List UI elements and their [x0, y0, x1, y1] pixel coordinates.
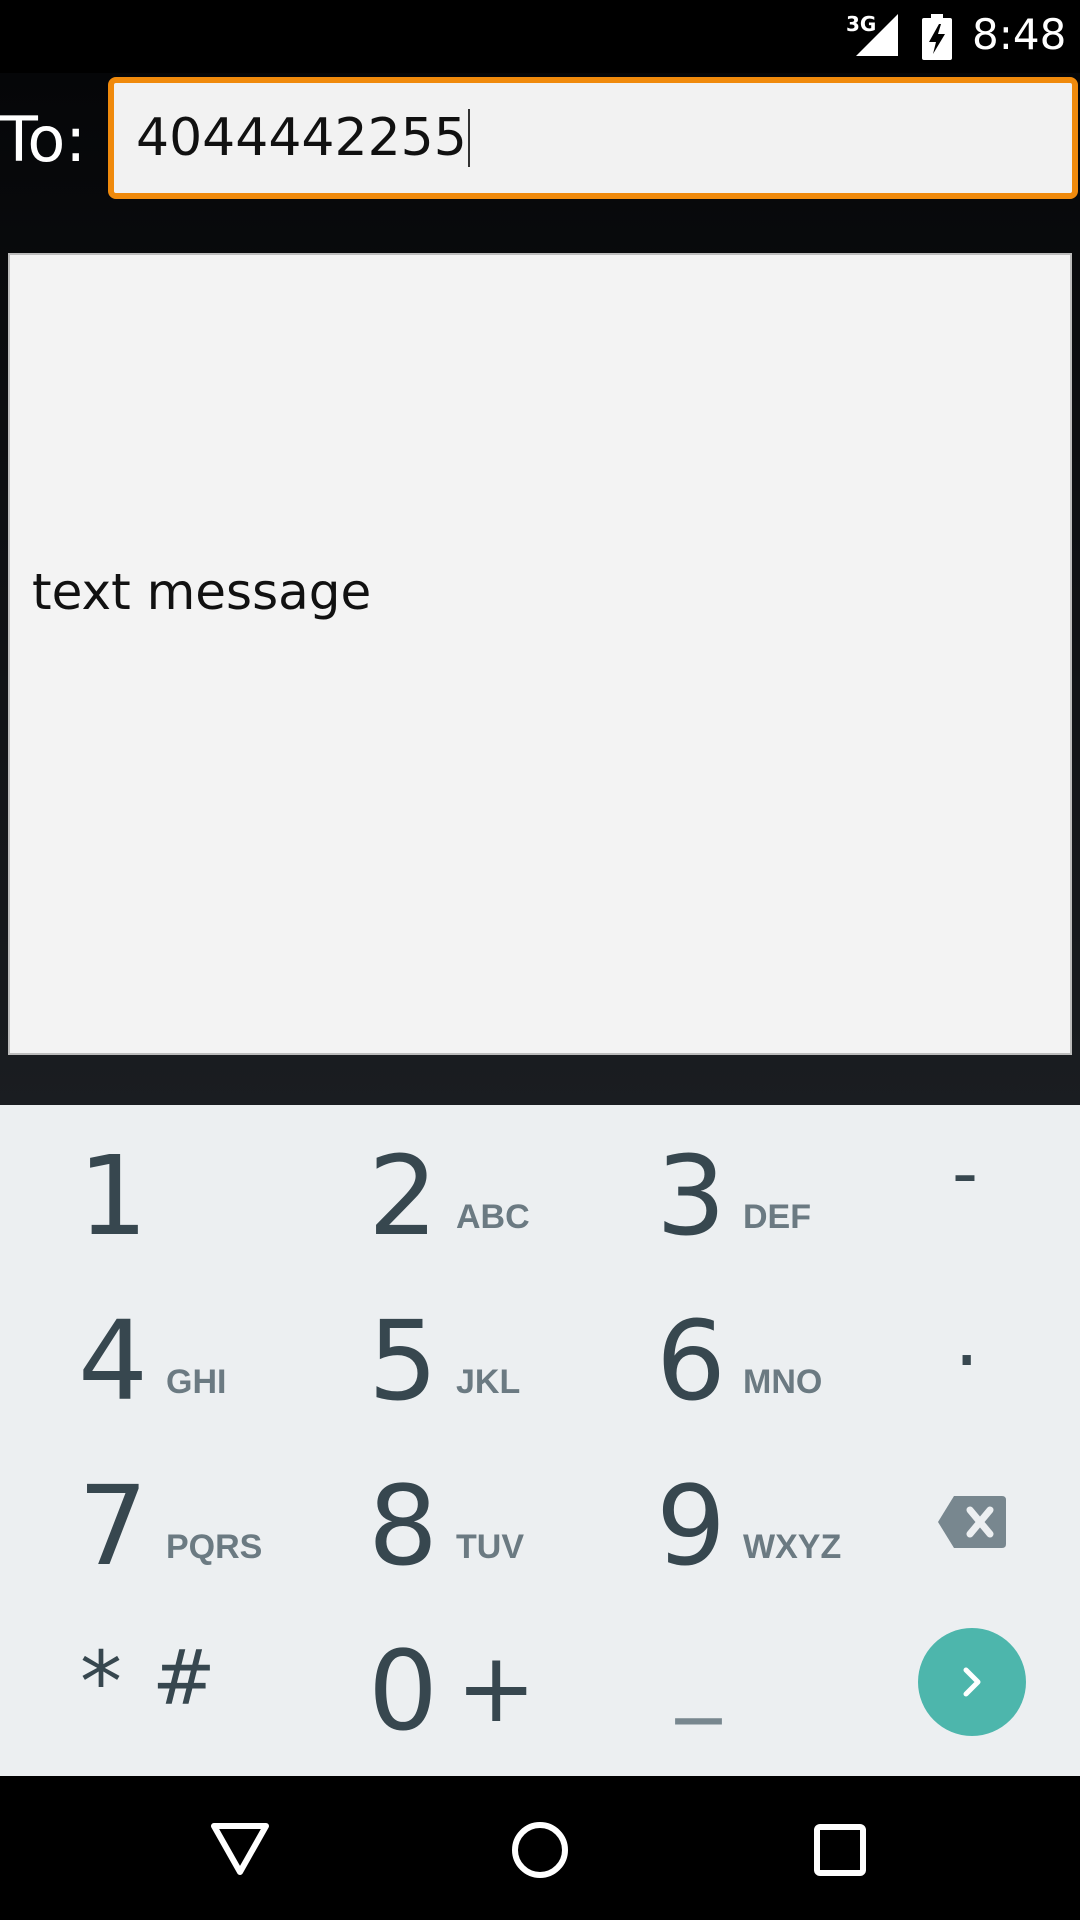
recipient-value: 4044442255	[136, 108, 467, 168]
key-4-digit: 4	[78, 1297, 148, 1425]
key-0-plus[interactable]: 0 +	[270, 1600, 540, 1765]
home-circle-icon[interactable]	[500, 1810, 580, 1890]
key-1-digit: 1	[78, 1132, 148, 1260]
key-5[interactable]: 5 JKL	[270, 1270, 540, 1435]
text-cursor	[467, 109, 470, 167]
backspace-button[interactable]	[810, 1435, 1080, 1600]
backspace-icon	[938, 1496, 1006, 1548]
key-1[interactable]: 1	[0, 1105, 270, 1270]
key-period[interactable]: .	[810, 1270, 1080, 1435]
key-2[interactable]: 2 ABC	[270, 1105, 540, 1270]
navigation-bar	[0, 1776, 1080, 1920]
key-plus-symbol: +	[456, 1632, 537, 1744]
battery-charging-icon	[922, 14, 952, 60]
key-9-digit: 9	[656, 1462, 726, 1590]
back-triangle-icon[interactable]	[200, 1810, 280, 1890]
message-text: text message	[32, 563, 372, 621]
key-hash-symbol: #	[152, 1633, 216, 1722]
key-star-hash[interactable]: * #	[0, 1600, 270, 1765]
key-7-letters: PQRS	[166, 1528, 263, 1566]
key-star-symbol: *	[80, 1633, 122, 1731]
dial-keypad: 1 2 ABC 3 DEF - 4 GHI 5 JKL 6 MNO . 7 PQ…	[0, 1105, 1080, 1776]
recipient-input[interactable]: 4044442255	[108, 77, 1078, 199]
status-bar: 3G 8:48	[0, 0, 1080, 73]
compose-area: To: 4044442255 text message	[0, 73, 1080, 1105]
chevron-right-icon	[963, 1667, 981, 1697]
key-0-digit: 0	[368, 1627, 438, 1755]
recents-square-icon[interactable]	[800, 1810, 880, 1890]
key-period-symbol: .	[954, 1291, 980, 1384]
key-3-digit: 3	[656, 1132, 726, 1260]
key-7[interactable]: 7 PQRS	[0, 1435, 270, 1600]
key-8[interactable]: 8 TUV	[270, 1435, 540, 1600]
to-label: To:	[0, 103, 87, 176]
key-5-digit: 5	[368, 1297, 438, 1425]
signal-icon	[856, 14, 898, 56]
key-2-digit: 2	[368, 1132, 438, 1260]
key-3[interactable]: 3 DEF	[540, 1105, 811, 1270]
key-3-letters: DEF	[743, 1198, 811, 1236]
key-7-digit: 7	[78, 1462, 148, 1590]
key-dash[interactable]: -	[810, 1105, 1080, 1270]
key-8-letters: TUV	[456, 1528, 524, 1566]
key-dash-symbol: -	[952, 1131, 978, 1215]
next-button[interactable]	[918, 1628, 1026, 1736]
key-5-letters: JKL	[456, 1363, 521, 1401]
key-8-digit: 8	[368, 1462, 438, 1590]
message-input[interactable]: text message	[8, 253, 1072, 1055]
key-4-letters: GHI	[166, 1363, 227, 1401]
clock: 8:48	[972, 10, 1067, 59]
key-6[interactable]: 6 MNO	[540, 1270, 822, 1435]
key-2-letters: ABC	[456, 1198, 530, 1236]
key-underscore-symbol: _	[676, 1620, 721, 1725]
key-4[interactable]: 4 GHI	[0, 1270, 270, 1435]
key-underscore[interactable]: _	[540, 1600, 810, 1765]
key-9[interactable]: 9 WXYZ	[540, 1435, 841, 1600]
key-6-digit: 6	[656, 1297, 726, 1425]
